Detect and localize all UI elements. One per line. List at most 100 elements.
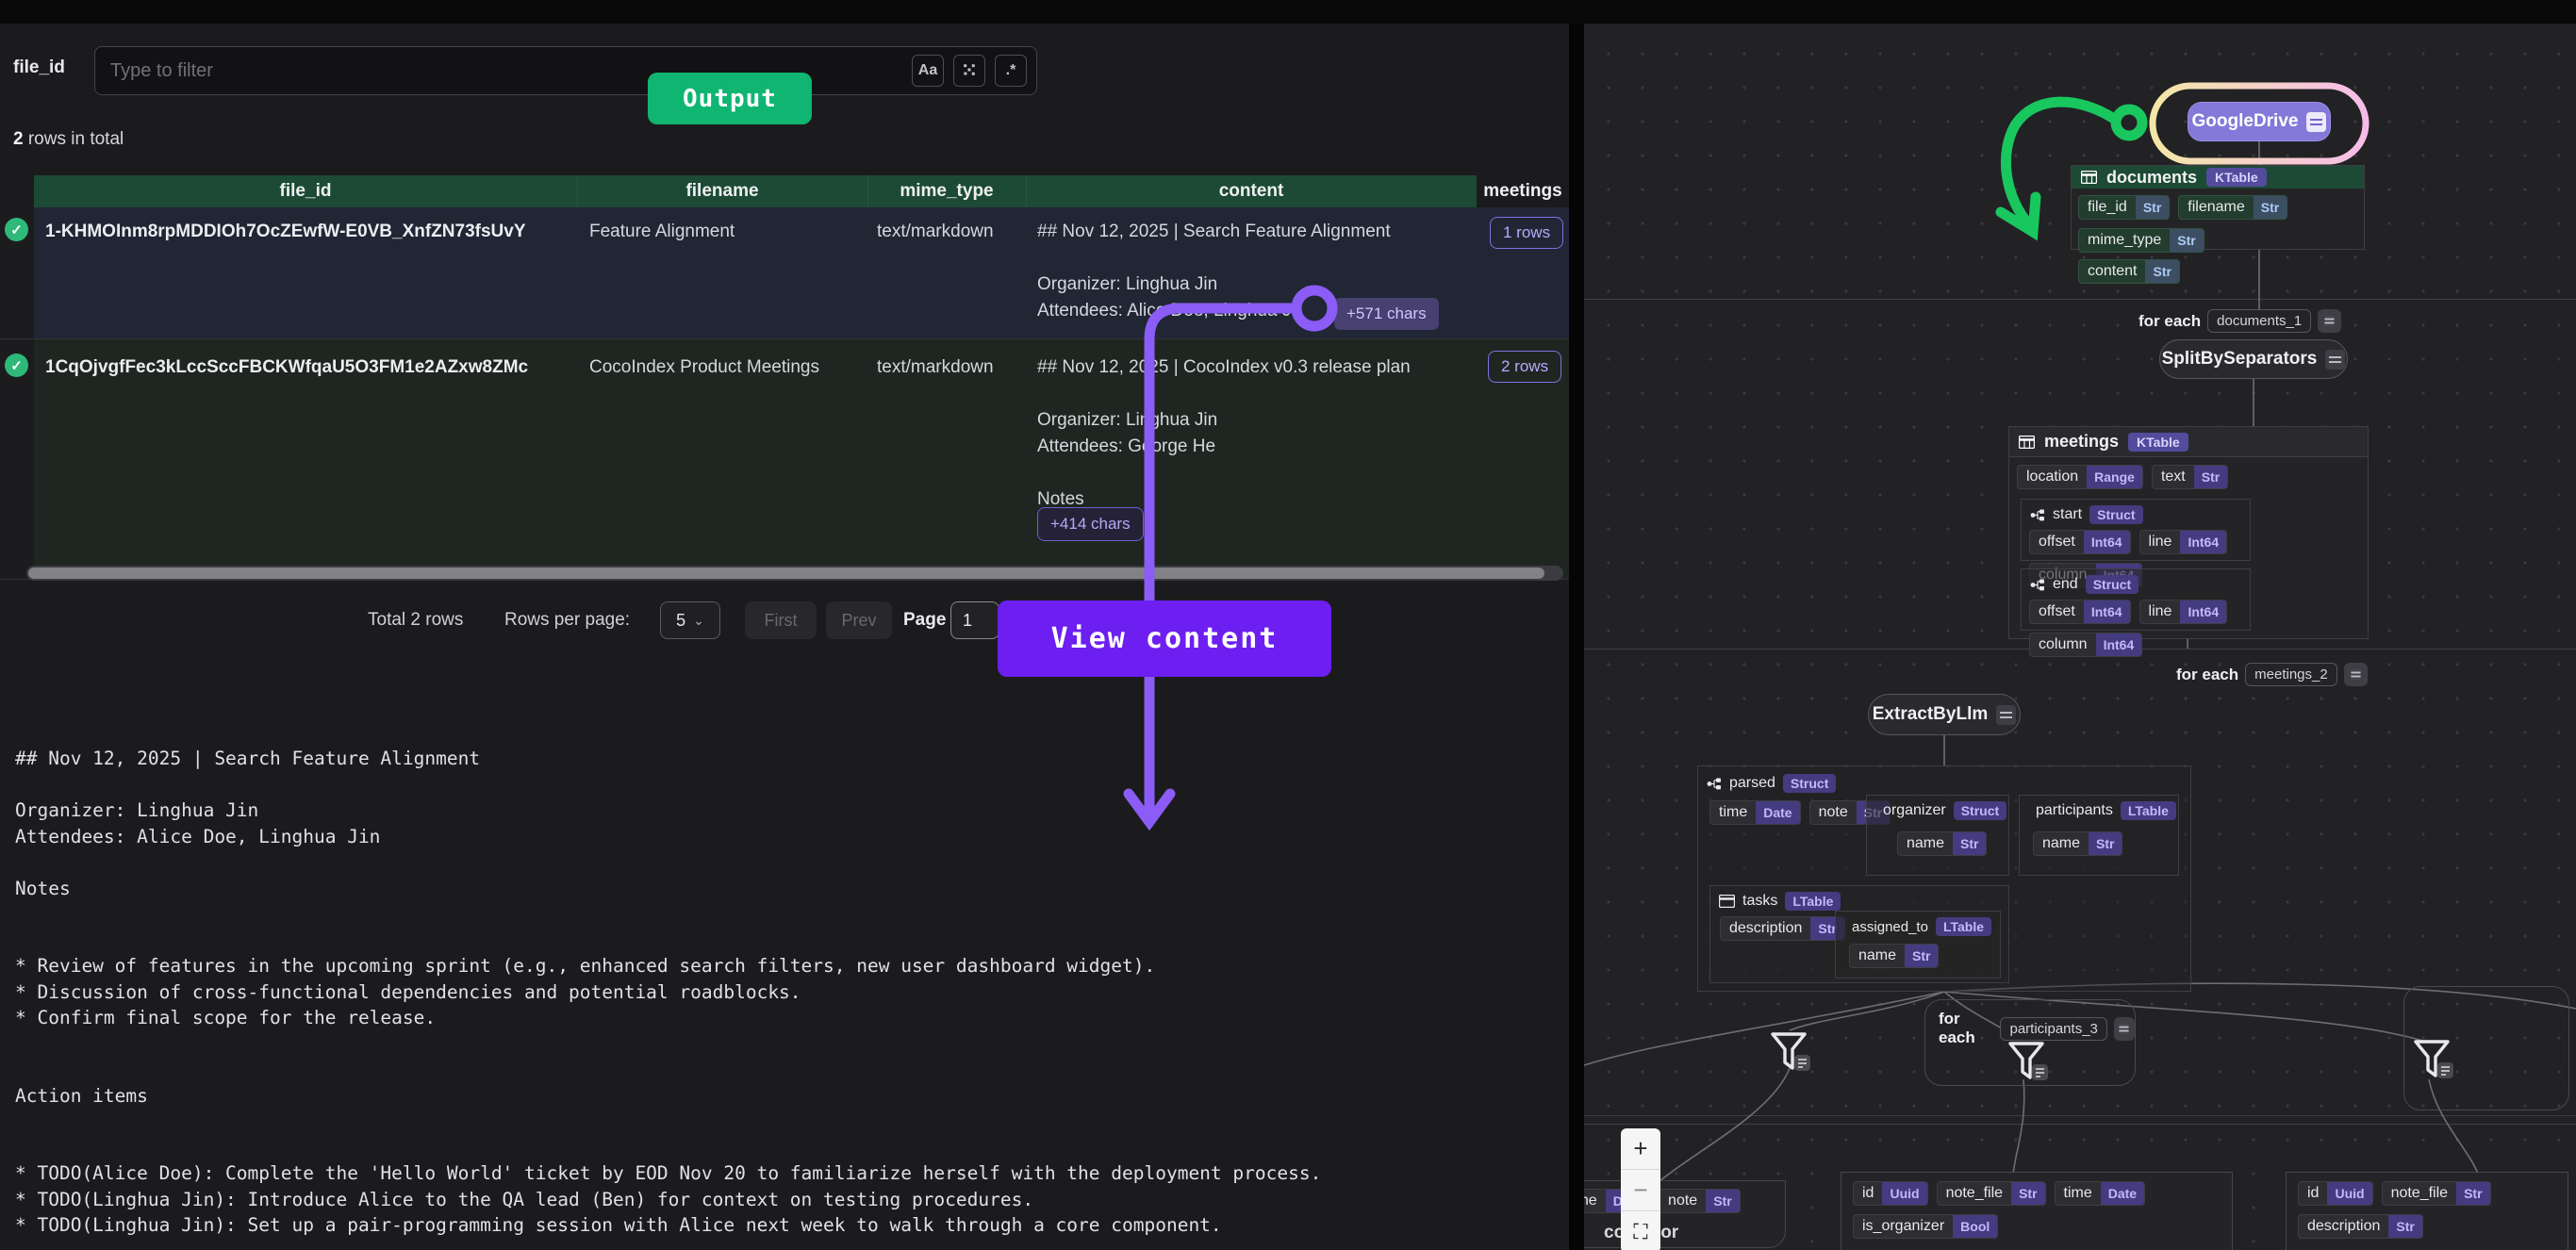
table-row[interactable]: ✓ 1CqOjvgfFec3kLccSccFBCKWfqaU5O3FM1e2AZ… xyxy=(0,339,1569,580)
output-annotation-button[interactable]: Output xyxy=(648,73,812,124)
zoom-out-button[interactable]: − xyxy=(1621,1170,1660,1211)
match-word-icon[interactable]: ⁙ xyxy=(953,55,985,87)
chars-badge[interactable]: +571 chars xyxy=(1334,298,1439,330)
google-drive-node[interactable]: GoogleDrive xyxy=(2188,102,2331,141)
for-each-value[interactable]: documents_1 xyxy=(2207,309,2311,333)
collector-node[interactable]: idUuidnote_fileStrtimeDatepersonStr is_o… xyxy=(1841,1172,2233,1250)
for-each-participants-box: for each participants_3 xyxy=(1924,999,2136,1086)
rows-per-page-value: 5 xyxy=(676,611,685,631)
type-badge: Uuid xyxy=(2327,1182,2371,1205)
struct-icon xyxy=(2030,579,2045,591)
meetings-rows-button[interactable]: 1 rows xyxy=(1490,217,1563,249)
field-name: column xyxy=(2030,636,2096,653)
field-name: description xyxy=(2299,1218,2388,1235)
field-name: offset xyxy=(2030,534,2084,551)
markdown-line: Action items xyxy=(15,1085,1552,1111)
view-content-annotation-button[interactable]: View content xyxy=(998,600,1331,677)
markdown-line: * Review of features in the upcoming spr… xyxy=(15,955,1552,981)
field-chip: filenameStr xyxy=(2178,195,2287,220)
cell-file-id: 1-KHMOInm8rpMDDIOh7OcZEwfW-E0VB_XnfZN73f… xyxy=(45,219,566,245)
row-select-cell[interactable]: ✓ xyxy=(0,207,34,338)
type-badge: Str xyxy=(2388,1215,2421,1238)
ltable-badge: LTable xyxy=(2121,801,2176,820)
meetings-rows-button[interactable]: 2 rows xyxy=(1488,351,1561,383)
rows-total: 2 rows in total xyxy=(13,129,124,150)
cell-filename: CocoIndex Product Meetings xyxy=(589,354,819,381)
filter-input[interactable]: Type to filter Aa ⁙ .* xyxy=(94,46,1037,95)
meetings-table-node[interactable]: meetings KTable locationRangetextStr sta… xyxy=(2008,426,2369,639)
type-badge: Str xyxy=(2145,260,2178,283)
collector-node[interactable]: StrtimeDatenoteStr collector xyxy=(1584,1180,1786,1248)
field-name: time xyxy=(1710,804,1756,821)
pagination-total: Total 2 rows xyxy=(368,610,463,631)
documents-table-node[interactable]: documents KTable file_idStrfilenameStrmi… xyxy=(2071,165,2365,250)
group-name: parsed xyxy=(1729,775,1775,792)
top-bar xyxy=(0,0,2576,24)
struct-icon xyxy=(1707,778,1722,790)
type-badge: Int64 xyxy=(2096,633,2142,656)
extract-by-llm-node[interactable]: ExtractByLlm xyxy=(1868,694,2021,735)
row-select-cell[interactable]: ✓ xyxy=(0,339,34,579)
fit-view-button[interactable]: ⛶ xyxy=(1621,1211,1660,1250)
page-input[interactable]: 1 xyxy=(950,601,999,639)
document-icon[interactable] xyxy=(2344,663,2368,686)
markdown-line xyxy=(15,929,1552,956)
field-name: location xyxy=(2018,469,2087,485)
chars-badge[interactable]: +414 chars xyxy=(1037,507,1144,541)
for-each-value[interactable]: meetings_2 xyxy=(2245,663,2337,686)
filter-funnel-icon[interactable] xyxy=(2412,1038,2455,1083)
field-name: content xyxy=(2079,263,2145,280)
type-badge: Str xyxy=(2136,196,2169,219)
field-name: note_file xyxy=(2383,1185,2457,1202)
document-icon[interactable] xyxy=(2114,1017,2135,1041)
field-chip: descriptionStr xyxy=(1720,916,1845,941)
struct-icon xyxy=(2030,509,2045,521)
struct-badge: Struct xyxy=(2086,575,2138,594)
column-header-filename[interactable]: filename xyxy=(577,175,867,207)
field-name: file_id xyxy=(2079,199,2136,216)
table-row[interactable]: ✓ 1-KHMOInm8rpMDDIOh7OcZEwfW-E0VB_XnfZN7… xyxy=(0,207,1569,339)
scrollbar-thumb[interactable] xyxy=(28,567,1544,579)
first-page-button[interactable]: First xyxy=(745,601,817,639)
markdown-line xyxy=(15,1137,1552,1163)
document-icon[interactable] xyxy=(2318,309,2341,333)
collector-node[interactable]: idUuidnote_fileStrtimeDate descriptionSt… xyxy=(2286,1172,2568,1250)
end-struct-group: end Struct offsetInt64lineInt64columnInt… xyxy=(2021,568,2251,631)
for-each-value[interactable]: participants_3 xyxy=(2000,1017,2106,1041)
field-name: id xyxy=(1854,1185,1882,1202)
field-chip: lineInt64 xyxy=(2139,530,2228,554)
column-header-content[interactable]: content xyxy=(1026,175,1477,207)
cell-mime-type: text/markdown xyxy=(877,354,994,381)
match-case-icon[interactable]: Aa xyxy=(912,55,944,87)
content-preview: ## Nov 12, 2025 | Search Feature Alignme… xyxy=(15,748,1552,1241)
horizontal-scrollbar[interactable] xyxy=(26,566,1563,581)
flow-graph-panel[interactable]: GoogleDrive documents KTable file_idStrf… xyxy=(1584,24,2576,1250)
field-name: mime_type xyxy=(2079,232,2170,249)
rows-per-page-select[interactable]: 5 ⌄ xyxy=(660,601,720,639)
filter-funnel-icon[interactable] xyxy=(2006,1040,2050,1085)
markdown-line: * Confirm final scope for the release. xyxy=(15,1007,1552,1033)
table-icon xyxy=(1719,895,1735,908)
field-chip: offsetInt64 xyxy=(2029,530,2131,554)
right-filter-box xyxy=(2403,986,2569,1110)
google-drive-label: GoogleDrive xyxy=(2192,111,2299,132)
split-by-separators-node[interactable]: SplitBySeparators xyxy=(2159,339,2348,379)
column-header-file-id[interactable]: file_id xyxy=(34,175,577,207)
prev-page-button[interactable]: Prev xyxy=(826,601,892,639)
field-name: text xyxy=(2153,469,2194,485)
regex-icon[interactable]: .* xyxy=(995,55,1027,87)
content-organizer: Organizer: Linghua Jin xyxy=(1037,407,1461,434)
parsed-struct-group[interactable]: parsed Struct timeDatenoteStr organizer … xyxy=(1697,765,2191,992)
row-selected-check-icon[interactable]: ✓ xyxy=(5,354,28,377)
row-selected-check-icon[interactable]: ✓ xyxy=(5,218,28,241)
filter-funnel-icon[interactable] xyxy=(1769,1030,1812,1076)
column-header-mime-type[interactable]: mime_type xyxy=(867,175,1026,207)
struct-badge: Struct xyxy=(1954,801,2006,820)
ltable-badge: LTable xyxy=(1785,892,1841,911)
markdown-line: ## Nov 12, 2025 | Search Feature Alignme… xyxy=(15,748,1552,774)
ltable-badge: LTable xyxy=(1936,917,1991,936)
zoom-in-button[interactable]: + xyxy=(1621,1128,1660,1170)
field-chip: textStr xyxy=(2152,465,2228,489)
column-header-meetings[interactable]: meetings xyxy=(1477,175,1569,207)
field-name: is_organizer xyxy=(1854,1218,1953,1235)
